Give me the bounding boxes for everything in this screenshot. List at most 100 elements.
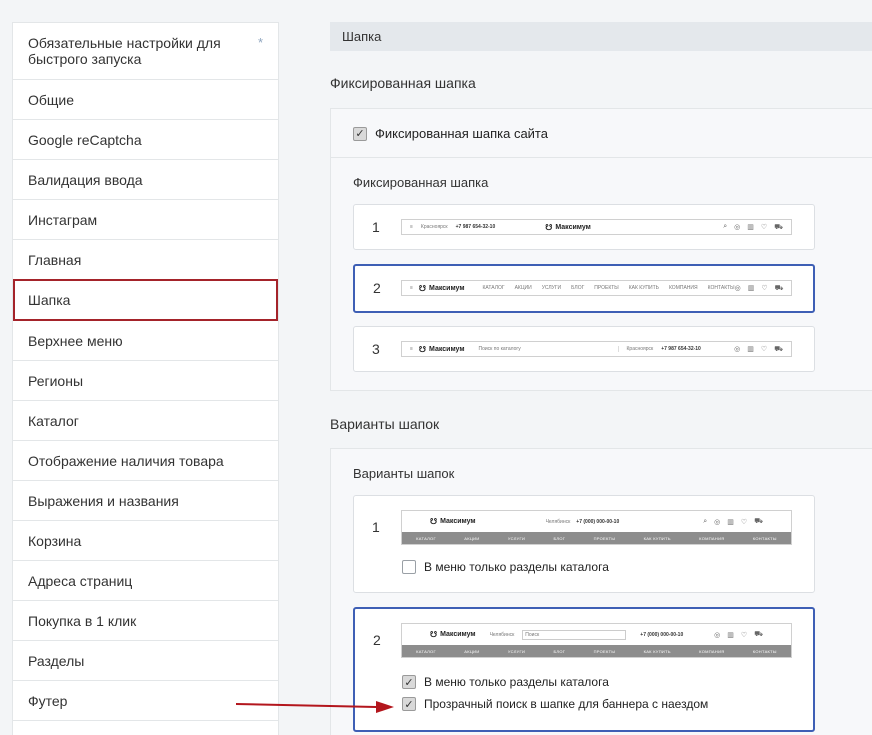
fixed-header-option-1[interactable]: 1 ≡ Красноярск +7 987 654-32-10 ☋ Максиму… xyxy=(353,204,815,250)
fixed-header-checkbox-panel: Фиксированная шапка сайта xyxy=(330,108,872,158)
option-number: 2 xyxy=(373,632,381,648)
preview-menu-item: КОНТАКТЫ xyxy=(707,285,735,291)
sidebar-item-label: Покупка в 1 клик xyxy=(28,612,137,629)
logo-icon: ☋ xyxy=(418,344,427,354)
preview-menu-item: УСЛУГИ xyxy=(507,648,526,654)
header-preview: ≡ Красноярск +7 987 654-32-10 ☋ Максимум … xyxy=(401,219,792,235)
logo-icon: ☋ xyxy=(545,222,553,232)
preview-menu-item: КОМПАНИЯ xyxy=(699,535,725,541)
preview-menu-item: БЛОГ xyxy=(571,285,585,291)
header-variants-sub-title: Варианты шапок xyxy=(353,466,455,481)
fixed-header-options-panel: Фиксированная шапка 1 ≡ Красноярск +7 98… xyxy=(330,158,872,391)
sidebar-item-top-menu[interactable]: Верхнее меню xyxy=(13,321,278,361)
logo-text: Максимум xyxy=(555,223,591,231)
preview-phone: +7 987 654-32-10 xyxy=(661,346,701,352)
sidebar-item-cart[interactable]: Корзина xyxy=(13,521,278,561)
preview-menu-item: КАК КУПИТЬ xyxy=(643,648,671,654)
logo-text: Максимум xyxy=(440,518,476,525)
search-icon: ⌕ xyxy=(723,223,728,230)
sidebar-item-page-urls[interactable]: Адреса страниц xyxy=(13,561,278,601)
preview-menu-item: КОНТАКТЫ xyxy=(752,648,777,654)
sidebar-item-main[interactable]: Главная xyxy=(13,240,278,280)
cart-icon: ⛟ xyxy=(754,631,763,638)
preview-menu-item: КАТАЛОГ xyxy=(416,535,436,541)
sidebar-item-label: Адреса страниц xyxy=(28,572,133,589)
favorite-icon: ♡ xyxy=(760,224,768,231)
sidebar-item-catalog[interactable]: Каталог xyxy=(13,401,278,441)
fixed-header-option-2[interactable]: 2 ≡ ☋ Максимум КАТАЛОГ АКЦИИ УСЛУГИ БЛОГ … xyxy=(353,264,815,313)
preview-logo: ☋ Максимум xyxy=(430,517,476,526)
catalog-only-checkbox[interactable] xyxy=(402,560,416,574)
fixed-header-checkbox-row[interactable]: Фиксированная шапка сайта xyxy=(353,126,548,141)
star-icon: * xyxy=(257,35,263,50)
favorite-icon: ♡ xyxy=(740,631,748,639)
fixed-header-option-3[interactable]: 3 ≡ ☋ Максимум Поиск по каталогу Краснояр… xyxy=(353,326,815,372)
fixed-header-checkbox[interactable] xyxy=(353,126,367,141)
sidebar-item-header[interactable]: Шапка xyxy=(13,279,278,321)
user-icon: ◎ xyxy=(714,631,721,639)
sidebar-item-quick-start[interactable]: Обязательные настройки для быстрого запу… xyxy=(13,23,278,80)
option-number: 3 xyxy=(372,341,380,357)
preview-menu-item: УСЛУГИ xyxy=(507,535,526,541)
annotation-arrow xyxy=(236,701,394,713)
sidebar-item-instagram[interactable]: Инстаграм xyxy=(13,200,278,240)
header-preview: ≡ ☋ Максимум КАТАЛОГ АКЦИИ УСЛУГИ БЛОГ ПР… xyxy=(401,280,792,296)
sidebar-item-validation[interactable]: Валидация ввода xyxy=(13,160,278,200)
sidebar-item-recaptcha[interactable]: Google reCaptcha xyxy=(13,120,278,160)
favorite-icon: ♡ xyxy=(761,285,768,292)
user-icon: ◎ xyxy=(734,285,741,292)
transparent-search-option-row[interactable]: Прозрачный поиск в шапке для баннера с н… xyxy=(402,697,708,711)
catalog-only-checkbox[interactable] xyxy=(402,675,416,689)
sidebar-item-label: Общие xyxy=(28,91,75,108)
option-number: 2 xyxy=(373,280,381,296)
preview-menu-item: ПРОЕКТЫ xyxy=(593,535,616,541)
sidebar-item-general[interactable]: Общие xyxy=(13,80,278,120)
preview-menu-item: КОМПАНИЯ xyxy=(699,648,725,654)
preview-menu-item: ПРОЕКТЫ xyxy=(594,285,619,291)
header-variant-1[interactable]: 1 ☋ Максимум Челябинск +7 (000) 000-00-10… xyxy=(353,495,815,593)
sidebar-item-one-click[interactable]: Покупка в 1 клик xyxy=(13,601,278,641)
sidebar-item-stock-display[interactable]: Отображение наличия товара xyxy=(13,441,278,481)
header-preview: ≡ ☋ Максимум Поиск по каталогу Красноярск… xyxy=(401,341,792,357)
transparent-search-label: Прозрачный поиск в шапке для баннера с н… xyxy=(424,697,709,711)
sidebar-item-label: Инстаграм xyxy=(28,211,98,228)
logo-text: Максимум xyxy=(429,284,465,292)
logo-icon: ☋ xyxy=(418,283,427,293)
preview-phone: +7 (000) 000-00-10 xyxy=(576,518,620,525)
option-number: 1 xyxy=(372,519,380,535)
catalog-only-label: В меню только разделы каталога xyxy=(424,675,609,689)
preview-phone: +7 987 654-32-10 xyxy=(455,224,496,230)
preview-menu-item: УСЛУГИ xyxy=(541,285,562,291)
section-header: Шапка xyxy=(330,22,872,51)
preview-menu-item: ПРОЕКТЫ xyxy=(593,648,616,654)
sidebar-item-phrases[interactable]: Выражения и названия xyxy=(13,481,278,521)
transparent-search-checkbox[interactable] xyxy=(402,697,416,711)
user-icon: ◎ xyxy=(734,224,741,231)
cart-icon: ⛟ xyxy=(774,345,783,353)
sidebar-item-label: Валидация ввода xyxy=(28,171,143,188)
preview-logo: ☋ Максимум xyxy=(419,284,465,293)
preview-city: Челябинск xyxy=(489,631,515,638)
header-variant-2[interactable]: 2 ☋ Максимум Челябинск Поиск +7 (000) 000… xyxy=(353,607,815,732)
logo-icon: ☋ xyxy=(430,517,438,526)
arrow-shape xyxy=(236,701,394,713)
preview-city: Красноярск xyxy=(626,346,654,352)
header-preview: ☋ Максимум Челябинск +7 (000) 000-00-10 ⌕… xyxy=(401,510,792,545)
favorite-icon: ♡ xyxy=(760,346,768,353)
catalog-only-option-row[interactable]: В меню только разделы каталога xyxy=(402,675,609,689)
catalog-only-label: В меню только разделы каталога xyxy=(424,560,609,574)
sidebar-item-sections[interactable]: Разделы xyxy=(13,641,278,681)
preview-city: Красноярск xyxy=(420,224,448,230)
menu-icon: ≡ xyxy=(410,224,413,230)
sidebar-item-regions[interactable]: Регионы xyxy=(13,361,278,401)
preview-menu-bar: КАТАЛОГ АКЦИИ УСЛУГИ БЛОГ ПРОЕКТЫ КАК КУ… xyxy=(402,645,791,657)
sidebar-item-label: Каталог xyxy=(28,412,79,429)
sidebar-item-label: Футер xyxy=(28,692,68,709)
cart-icon: ⛟ xyxy=(774,284,784,292)
sidebar-item-label: Отображение наличия товара xyxy=(28,452,224,469)
preview-menu-bar: КАТАЛОГ АКЦИИ УСЛУГИ БЛОГ ПРОЕКТЫ КАК КУ… xyxy=(402,532,791,544)
catalog-only-option-row[interactable]: В меню только разделы каталога xyxy=(402,560,609,574)
sidebar-item-label: Верхнее меню xyxy=(28,332,123,349)
header-variants-panel: Варианты шапок 1 ☋ Максимум Челябинск +7 … xyxy=(330,448,872,735)
preview-search: Поиск по каталогу xyxy=(479,346,619,352)
